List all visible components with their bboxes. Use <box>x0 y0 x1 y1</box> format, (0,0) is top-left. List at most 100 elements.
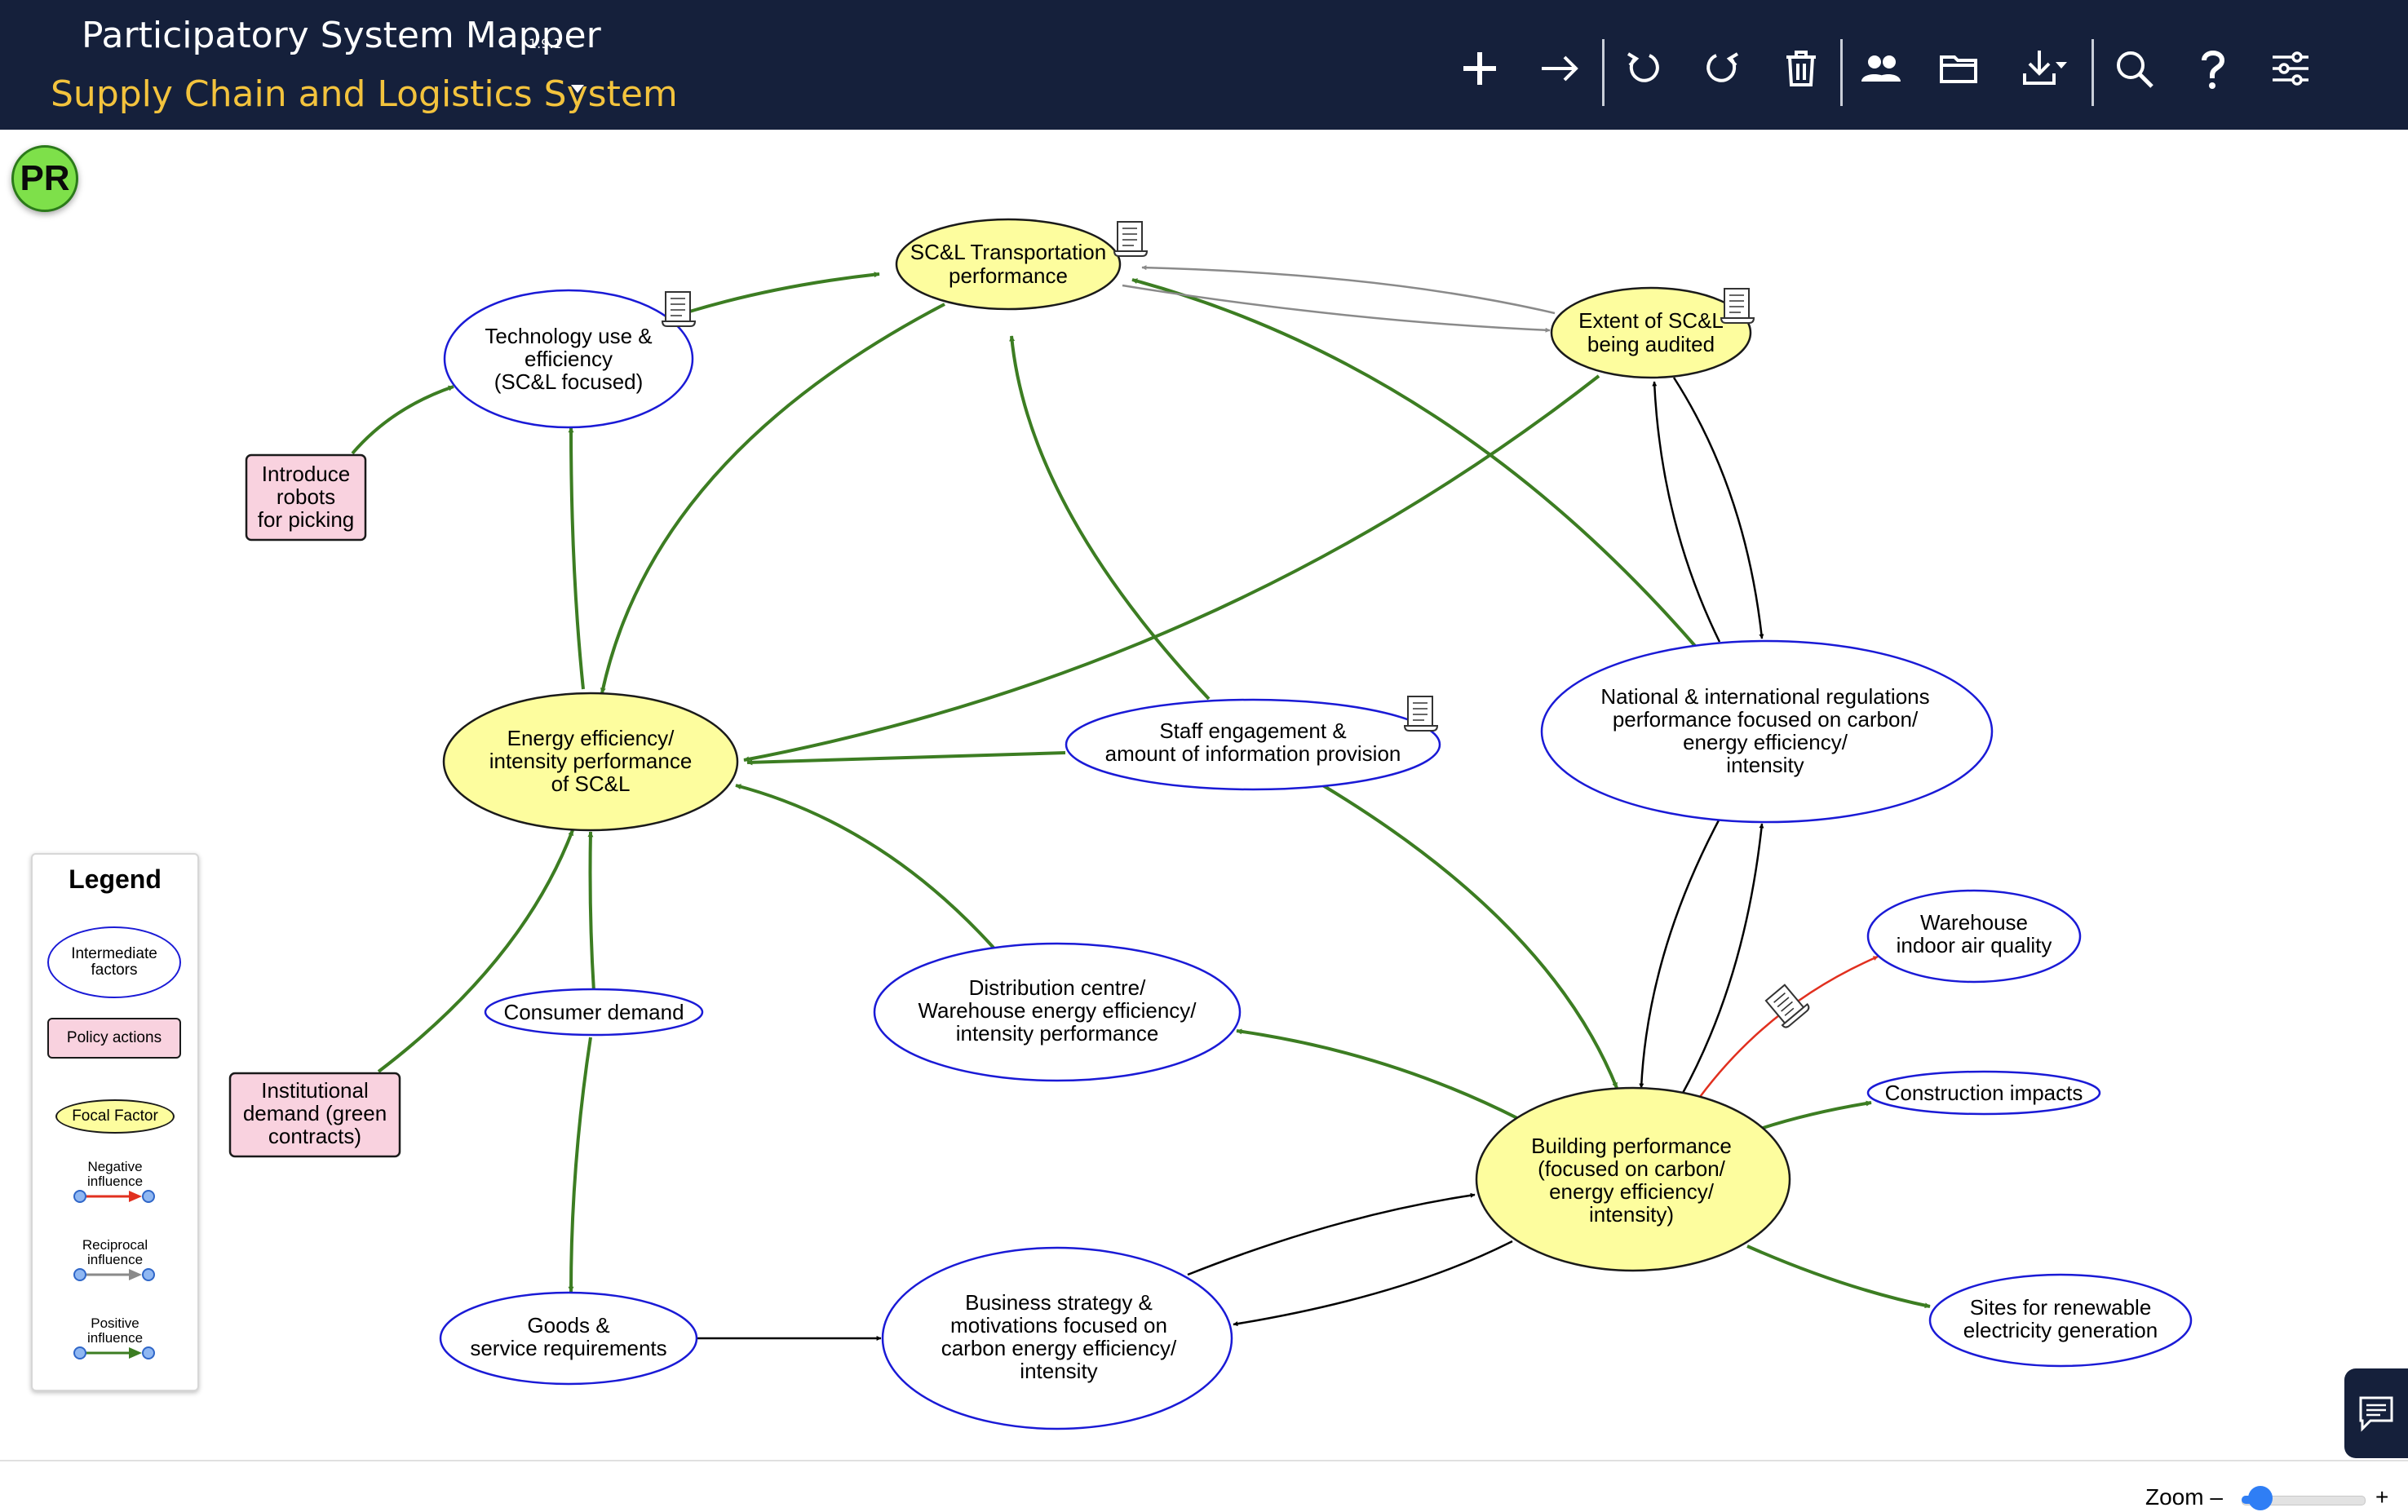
edge-audit-to-energy[interactable] <box>743 374 1600 763</box>
question-icon <box>2202 51 2225 89</box>
download-icon <box>2023 51 2067 85</box>
edge-building-to-sites[interactable] <box>1746 1245 1931 1309</box>
node-label: energy efficiency/ <box>1549 1179 1715 1204</box>
zoom-slider-thumb[interactable] <box>2247 1486 2273 1510</box>
node-energy[interactable]: Energy efficiency/ intensity performance… <box>442 692 739 832</box>
share-button[interactable] <box>1852 39 1910 98</box>
note-icon[interactable] <box>1720 288 1755 324</box>
user-avatar[interactable]: PR <box>11 145 78 212</box>
edge-audit-sctp-reciprocal[interactable] <box>1141 265 1556 315</box>
toolbar-divider <box>2092 39 2094 106</box>
help-button[interactable] <box>2183 39 2242 98</box>
network-canvas[interactable]: SC&L Transportation performance Technolo… <box>0 130 2408 1459</box>
node-label: contracts) <box>268 1124 361 1148</box>
node-building[interactable]: Building performance (focused on carbon/… <box>1475 1086 1791 1272</box>
node-label: Introduce <box>262 462 350 486</box>
node-label: Energy efficiency/ <box>507 726 675 750</box>
edge-dc-to-energy[interactable] <box>735 784 995 949</box>
settings-button[interactable] <box>2261 39 2320 98</box>
plus-icon <box>1463 52 1496 85</box>
node-label: Extent of SC&L <box>1578 308 1724 333</box>
node-label: robots <box>277 484 335 509</box>
node-label: Goods & <box>527 1313 609 1337</box>
node-consumer[interactable]: Consumer demand <box>484 988 704 1037</box>
node-tech[interactable]: Technology use & efficiency (SC&L focuse… <box>443 289 694 429</box>
redo-button[interactable] <box>1693 39 1752 98</box>
node-label: performance <box>949 263 1068 288</box>
note-icon[interactable] <box>1113 221 1149 257</box>
node-robots[interactable]: Introduce robots for picking <box>245 453 367 542</box>
status-footer: Zoom – + <box>0 1460 2408 1512</box>
node-construction[interactable]: Construction impacts <box>1866 1070 2101 1116</box>
node-label: performance focused on carbon/ <box>1613 707 1919 732</box>
edge-building-to-dc[interactable] <box>1236 1028 1520 1121</box>
node-audit[interactable]: Extent of SC&L being audited <box>1550 286 1752 379</box>
export-button[interactable] <box>2015 39 2074 98</box>
edge-building-to-construction[interactable] <box>1760 1100 1872 1130</box>
legend-policy: Policy actions <box>47 1018 181 1059</box>
edge-audit-to-regs[interactable] <box>1672 377 1764 639</box>
edge-energy-to-tech[interactable] <box>568 427 585 690</box>
node-label: Warehouse <box>1920 910 2028 935</box>
node-dc[interactable]: Distribution centre/ Warehouse energy ef… <box>873 942 1242 1082</box>
note-icon[interactable] <box>661 291 697 327</box>
node-institutional[interactable]: Institutional demand (green contracts) <box>228 1072 401 1158</box>
node-label: being audited <box>1587 332 1715 356</box>
node-label: Construction impacts <box>1885 1081 2083 1105</box>
node-label: Building performance <box>1531 1134 1732 1158</box>
node-label: efficiency <box>525 347 613 371</box>
node-goods[interactable]: Goods & service requirements <box>439 1291 698 1386</box>
search-button[interactable] <box>2105 39 2163 98</box>
legend-positive-label: Positive influence <box>86 1315 144 1346</box>
edge-staff-to-building[interactable] <box>1320 783 1618 1089</box>
edge-institutional-to-energy[interactable] <box>377 829 574 1073</box>
undo-button[interactable] <box>1613 39 1672 98</box>
edge-sctp-audit-reciprocal[interactable] <box>1122 284 1551 333</box>
legend-reciprocal-arrow <box>73 1268 155 1281</box>
edge-tech-to-sctp[interactable] <box>686 272 880 314</box>
node-label: Institutional <box>261 1078 369 1103</box>
legend-reciprocal-label: Reciprocal influence <box>82 1237 148 1267</box>
open-button[interactable] <box>1930 39 1989 98</box>
edge-building-to-regs[interactable] <box>1680 823 1764 1095</box>
edge-building-to-business[interactable] <box>1233 1240 1513 1327</box>
node-label: (focused on carbon/ <box>1538 1156 1726 1181</box>
undo-icon <box>1627 52 1659 82</box>
edge-regs-to-audit[interactable] <box>1652 381 1721 643</box>
node-sctp[interactable]: SC&L Transportation performance <box>895 218 1122 311</box>
edge-staff-to-sctp[interactable] <box>1009 335 1211 701</box>
search-icon <box>2117 51 2153 88</box>
top-navigation-bar: Participatory System Mapper 1.9.1 Supply… <box>0 0 2408 130</box>
chevron-down-icon[interactable] <box>571 85 584 93</box>
chat-button[interactable] <box>2344 1368 2408 1458</box>
edge-business-to-building[interactable] <box>1187 1192 1476 1276</box>
app-title: Participatory System Mapper <box>82 15 601 56</box>
users-icon <box>1861 55 1901 82</box>
node-air[interactable]: Warehouse indoor air quality <box>1866 889 2082 984</box>
delete-button[interactable] <box>1772 39 1830 98</box>
add-node-button[interactable] <box>1450 39 1509 98</box>
zoom-plus-label: + <box>2375 1484 2389 1510</box>
node-label: (SC&L focused) <box>494 369 644 394</box>
map-title-dropdown[interactable]: Supply Chain and Logistics System <box>51 73 678 115</box>
edge-regs-to-building[interactable] <box>1639 818 1721 1089</box>
node-staff[interactable]: Staff engagement & amount of information… <box>1065 698 1441 791</box>
node-label: intensity performance <box>956 1021 1159 1046</box>
legend-intermediate: Intermediate factors <box>47 926 181 998</box>
app-version: 1.9.1 <box>529 36 562 51</box>
note-icon[interactable] <box>1403 696 1439 732</box>
edge-consumer-to-energy[interactable] <box>587 831 595 993</box>
edge-robots-to-tech[interactable] <box>351 385 454 455</box>
node-label: Business strategy & <box>965 1290 1153 1315</box>
toolbar-divider <box>1602 39 1605 106</box>
node-business[interactable]: Business strategy & motivations focused … <box>881 1246 1233 1430</box>
add-link-button[interactable] <box>1530 39 1589 98</box>
node-sites[interactable]: Sites for renewable electricity generati… <box>1928 1273 2193 1368</box>
node-label: intensity <box>1726 753 1804 777</box>
sliders-icon <box>2273 51 2308 86</box>
node-regs[interactable]: National & international regulations per… <box>1540 639 1994 824</box>
edge-staff-to-energy[interactable] <box>746 751 1066 766</box>
node-label: Distribution centre/ <box>969 975 1147 1000</box>
edge-consumer-to-goods[interactable] <box>568 1037 592 1293</box>
legend-negative-arrow <box>73 1190 155 1203</box>
